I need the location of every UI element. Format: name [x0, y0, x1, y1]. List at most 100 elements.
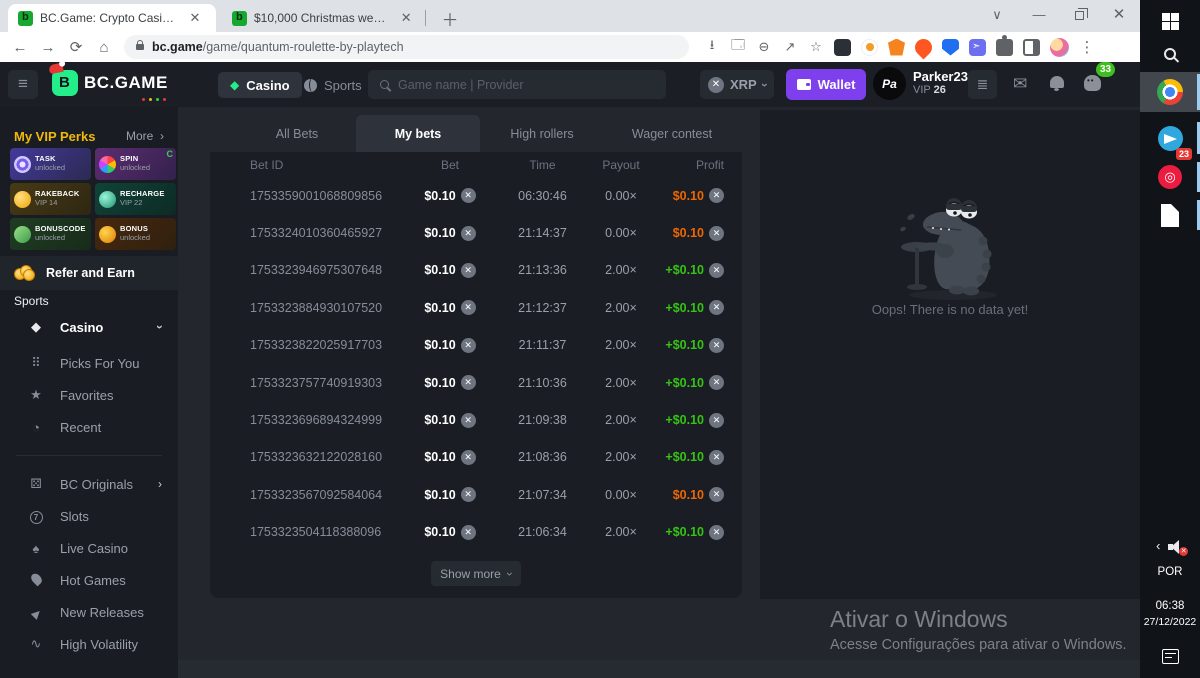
download-icon[interactable]: ⭳ — [699, 36, 725, 58]
vip-perk-card[interactable]: BONUSCODEunlocked — [10, 218, 91, 250]
bet-slip-icon[interactable]: ≣ — [968, 70, 997, 99]
bets-tab-high-rollers[interactable]: High rollers — [480, 115, 604, 152]
sidebar-item-picks-for-you[interactable]: ⠿Picks For You — [0, 347, 178, 379]
sidebar-item-slots[interactable]: 7Slots — [0, 500, 178, 532]
search-input[interactable] — [398, 78, 654, 92]
menu-divider — [0, 443, 178, 468]
bets-tab-wager-contest[interactable]: Wager contest — [604, 115, 740, 152]
tray-icons[interactable]: › ✕ — [1140, 536, 1200, 558]
bet-amount: $0.10✕ — [400, 525, 500, 540]
user-avatar[interactable]: Pa — [873, 67, 906, 100]
bet-profit: +$0.10✕ — [657, 338, 724, 353]
new-tab-button[interactable]: ＋ — [438, 6, 462, 31]
sidebar-item-hot-games[interactable]: Hot Games — [0, 564, 178, 596]
show-more-button[interactable]: Show more› — [431, 561, 521, 586]
table-row: 1753324010360465927$0.10✕21:14:370.00×$0… — [210, 214, 742, 251]
action-center-icon[interactable] — [1140, 644, 1200, 668]
sidebar-item-high-volatility[interactable]: ∿High Volatility — [0, 628, 178, 660]
bet-amount: $0.10✕ — [400, 413, 500, 428]
hamburger-menu-icon[interactable]: ≡ — [8, 70, 38, 99]
vip-perk-card[interactable]: RECHARGEVIP 22 — [95, 183, 176, 215]
side-panel-icon[interactable] — [1023, 39, 1040, 56]
sidebar-item-bc-originals[interactable]: ⚄BC Originals› — [0, 468, 178, 500]
perk-sub-label: unlocked — [35, 234, 86, 243]
browser-menu-dots-icon[interactable]: ⋮ — [1074, 38, 1100, 56]
bcgame-logo[interactable]: BC.GAME — [52, 70, 168, 96]
sports-mode-button[interactable]: Sports — [292, 72, 374, 98]
bet-id: 1753323632122028160 — [250, 450, 400, 464]
sidebar-item-live-casino[interactable]: ♠Live Casino — [0, 532, 178, 564]
tab-title: $10,000 Christmas week special — [254, 11, 391, 25]
start-button[interactable] — [1140, 5, 1200, 37]
bet-time: 21:14:37 — [500, 226, 585, 240]
bookmark-star-icon[interactable]: ☆ — [803, 39, 829, 55]
bet-payout: 0.00× — [585, 226, 657, 240]
bets-tab-all-bets[interactable]: All Bets — [238, 115, 356, 152]
clock-time[interactable]: 06:38 — [1140, 598, 1200, 614]
mail-icon[interactable]: ✉ — [1013, 74, 1027, 94]
browser-tab-inactive[interactable]: $10,000 Christmas week special ✕ — [222, 4, 422, 32]
window-restore-button[interactable] — [1060, 0, 1098, 30]
flame-extension-icon[interactable] — [911, 35, 935, 59]
sidebar-item-new-releases[interactable]: ▶New Releases — [0, 596, 178, 628]
taskbar-chrome-icon[interactable] — [1140, 72, 1200, 112]
browser-profile-avatar[interactable] — [1050, 38, 1069, 57]
extension-dark-icon[interactable] — [834, 39, 851, 56]
home-icon[interactable]: ⌂ — [90, 39, 118, 56]
sidebar-item-recent[interactable]: ◔Recent — [0, 411, 178, 443]
back-icon[interactable]: ← — [6, 39, 34, 56]
username[interactable]: Parker23 — [913, 69, 968, 84]
clock-date[interactable]: 27/12/2022 — [1140, 614, 1200, 630]
extension-profile-icon[interactable] — [861, 39, 878, 56]
purple-extension-icon[interactable]: ➣ — [969, 39, 986, 56]
sidebar-item-casino[interactable]: ◆Casino› — [0, 307, 178, 347]
taskbar-telegram-icon[interactable]: 23 — [1140, 120, 1200, 156]
share-icon[interactable]: ↗ — [777, 39, 803, 55]
support-chat-icon[interactable] — [1084, 75, 1101, 91]
vip-perk-card[interactable]: SPINunlockedC — [95, 148, 176, 180]
table-row: 1753323822025917703$0.10✕21:11:372.00×+$… — [210, 327, 742, 364]
window-minimize-button[interactable]: — — [1020, 0, 1058, 30]
window-close-button[interactable]: ✕ — [1100, 0, 1138, 30]
table-row: 1753359001068809856$0.10✕06:30:460.00×$0… — [210, 177, 742, 214]
reload-icon[interactable]: ⟳ — [62, 38, 90, 56]
xrp-coin-icon: ✕ — [461, 188, 476, 203]
clock-icon: ◔ — [28, 420, 44, 435]
tab-close-icon[interactable]: ✕ — [187, 10, 203, 26]
shield-extension-icon[interactable] — [942, 39, 959, 56]
tab-close-icon[interactable]: ✕ — [398, 10, 414, 26]
taskbar-search-icon[interactable] — [1140, 38, 1200, 70]
forward-icon[interactable]: → — [34, 39, 62, 56]
translate-icon[interactable]: 🗔 — [725, 36, 751, 58]
taskbar-authy-icon[interactable]: ◎ — [1140, 160, 1200, 194]
language-indicator[interactable]: POR — [1140, 563, 1200, 581]
bet-payout: 0.00× — [585, 189, 657, 203]
perk-sub-label: unlocked — [35, 164, 65, 173]
muted-speaker-icon[interactable]: ✕ — [1168, 540, 1184, 554]
vip-perk-card[interactable]: RAKEBACKVIP 14 — [10, 183, 91, 215]
extensions-puzzle-icon[interactable] — [996, 39, 1013, 56]
notifications-bell-icon[interactable] — [1050, 76, 1064, 88]
sidebar-item-favorites[interactable]: ★Favorites — [0, 379, 178, 411]
bet-payout: 2.00× — [585, 376, 657, 390]
zoom-out-icon[interactable]: ⊖ — [751, 39, 777, 55]
tab-title: BC.Game: Crypto Casino Games — [40, 11, 180, 25]
window-chevron-icon[interactable]: ∨ — [978, 0, 1016, 30]
vip-perk-card[interactable]: BONUSunlocked — [95, 218, 176, 250]
address-bar[interactable]: bc.game/game/quantum-roulette-by-playtec… — [124, 35, 689, 59]
currency-selector[interactable]: ✕ XRP › — [700, 70, 774, 99]
refer-and-earn-button[interactable]: Refer and Earn — [0, 256, 178, 290]
taskbar-notepad-icon[interactable] — [1140, 198, 1200, 232]
wallet-button[interactable]: Wallet — [786, 69, 866, 100]
bets-tab-my-bets[interactable]: My bets — [356, 115, 480, 152]
vip-more-link[interactable]: More › — [126, 129, 164, 143]
game-search-box[interactable] — [368, 70, 666, 99]
hidden-icons-chevron[interactable]: › — [1156, 540, 1160, 555]
bet-value: $0.10 — [424, 488, 455, 502]
vip-perk-card[interactable]: TASKunlocked — [10, 148, 91, 180]
browser-tab-active[interactable]: BC.Game: Crypto Casino Games ✕ — [8, 4, 216, 32]
profit-value: +$0.10 — [665, 338, 704, 352]
metamask-icon[interactable] — [888, 39, 905, 56]
sidebar: My VIP Perks More › TASKunlockedSPINunlo… — [0, 107, 178, 678]
casino-mode-button[interactable]: ◆ Casino — [218, 72, 302, 98]
